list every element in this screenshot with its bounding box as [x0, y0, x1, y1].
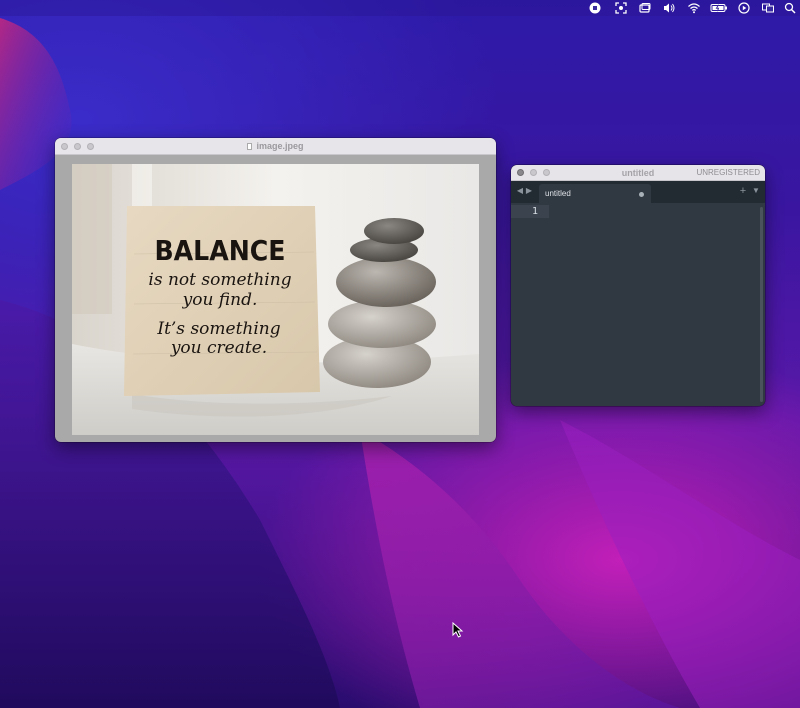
preview-title-text: image.jpeg [256, 141, 304, 151]
preview-window[interactable]: image.jpeg BALANCE is not something you … [55, 138, 496, 442]
spotlight-search-icon[interactable] [783, 1, 797, 15]
play-circle-icon[interactable] [737, 1, 751, 15]
editor-text-area[interactable]: 1 [511, 203, 765, 406]
balance-photo: BALANCE is not something you find. It’s … [72, 164, 479, 435]
editor-title: untitled [621, 168, 655, 178]
photo-line-2: you find. [182, 290, 258, 310]
tab-bar: ◀ ▶ untitled + ▼ [511, 181, 765, 203]
photo-heading: BALANCE [154, 234, 285, 267]
volume-icon[interactable] [662, 1, 676, 15]
zoom-button[interactable] [543, 169, 550, 176]
close-button[interactable] [517, 169, 524, 176]
screen-record-stop-icon[interactable] [588, 1, 602, 15]
photo-line-1: is not something [148, 270, 291, 290]
preview-title: image.jpeg [55, 138, 496, 155]
photo-line-3: It’s something [156, 319, 280, 339]
document-proxy-icon[interactable] [247, 143, 253, 150]
unregistered-label: UNREGISTERED [696, 168, 760, 177]
wifi-icon[interactable] [687, 1, 701, 15]
new-tab-plus-icon[interactable]: + [738, 184, 748, 198]
battery-charging-icon[interactable] [710, 1, 728, 15]
display-mirror-icon[interactable] [638, 1, 652, 15]
keyboard-input-icon[interactable] [761, 1, 775, 15]
screenshot-icon[interactable] [614, 1, 628, 15]
preview-titlebar[interactable]: image.jpeg [55, 138, 496, 155]
editor-scrollbar[interactable] [760, 207, 763, 402]
photo-line-4: you create. [170, 338, 267, 358]
editor-titlebar[interactable]: untitled UNREGISTERED [511, 165, 765, 181]
tab-untitled[interactable]: untitled [539, 184, 651, 203]
unsaved-dot-icon[interactable] [639, 192, 644, 197]
tab-back-arrow-icon[interactable]: ◀ [516, 185, 524, 197]
line-number: 1 [531, 206, 538, 217]
minimize-button[interactable] [530, 169, 537, 176]
menu-bar [0, 0, 800, 16]
editor-window[interactable]: untitled UNREGISTERED ◀ ▶ untitled + ▼ 1 [511, 165, 765, 406]
tab-list-chevron-icon[interactable]: ▼ [751, 184, 761, 198]
tab-forward-arrow-icon[interactable]: ▶ [525, 185, 533, 197]
tab-label: untitled [545, 189, 571, 198]
mouse-pointer-icon [452, 622, 464, 638]
image-canvas: BALANCE is not something you find. It’s … [72, 164, 479, 435]
